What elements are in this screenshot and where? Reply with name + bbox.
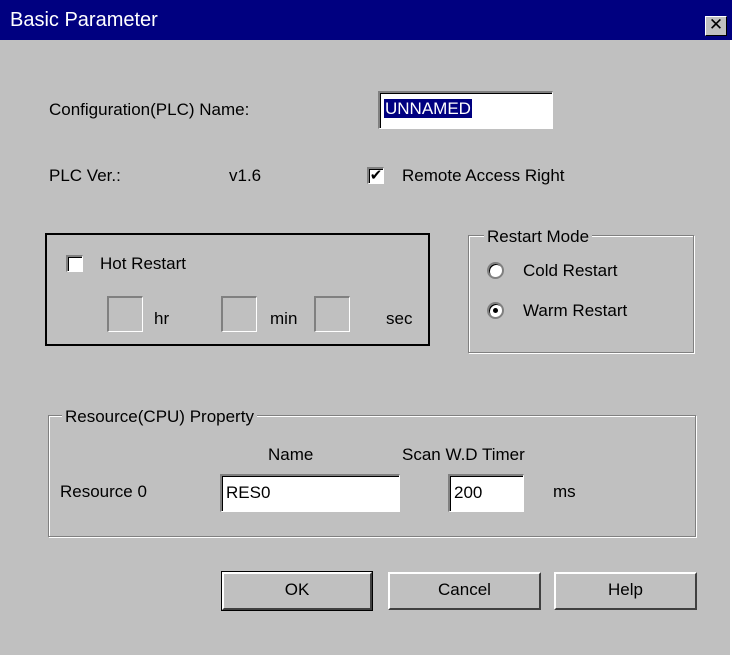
remote-access-checkbox[interactable]: ✔ — [367, 167, 384, 184]
cancel-button[interactable]: Cancel — [388, 572, 541, 610]
config-name-label: Configuration(PLC) Name: — [49, 100, 250, 119]
cold-restart-radio[interactable] — [487, 262, 504, 279]
remote-access-label[interactable]: Remote Access Right — [402, 166, 565, 186]
plc-version-label: PLC Ver.: — [49, 166, 121, 185]
basic-parameter-dialog: Basic Parameter ✕ Configuration(PLC) Nam… — [0, 0, 732, 655]
restart-mode-group — [468, 235, 694, 353]
restart-mode-legend: Restart Mode — [484, 227, 593, 247]
config-name-value: UNNAMED — [384, 99, 472, 118]
scan-wd-timer-value: 200 — [454, 483, 483, 502]
hr-input[interactable] — [107, 296, 143, 332]
title-bar[interactable]: Basic Parameter ✕ — [0, 0, 732, 40]
hot-restart-checkbox[interactable] — [66, 255, 83, 272]
warm-restart-radio[interactable] — [487, 302, 504, 319]
timer-unit-label: ms — [553, 482, 576, 501]
min-label: min — [270, 309, 298, 328]
plc-version-value: v1.6 — [229, 166, 262, 185]
min-input[interactable] — [221, 296, 257, 332]
config-name-input[interactable]: UNNAMED — [378, 91, 553, 129]
scan-wd-timer-input[interactable]: 200 — [448, 474, 524, 512]
checkmark-icon: ✔ — [369, 166, 383, 184]
window-title: Basic Parameter — [10, 9, 158, 31]
cold-restart-label[interactable]: Cold Restart — [523, 261, 617, 281]
scan-wd-timer-header: Scan W.D Timer — [402, 445, 525, 464]
resource-property-legend: Resource(CPU) Property — [62, 407, 257, 427]
resource-name-value: RES0 — [226, 483, 271, 502]
warm-restart-label[interactable]: Warm Restart — [523, 301, 627, 321]
ok-button[interactable]: OK — [221, 571, 373, 611]
resource-0-label: Resource 0 — [60, 482, 147, 501]
hot-restart-label[interactable]: Hot Restart — [100, 254, 186, 274]
resource-name-header: Name — [268, 445, 314, 464]
sec-input[interactable] — [314, 296, 350, 332]
hr-label: hr — [154, 309, 170, 328]
resource-name-input[interactable]: RES0 — [220, 474, 400, 512]
radio-selected-dot — [493, 308, 498, 313]
close-icon: ✕ — [708, 15, 724, 35]
close-button[interactable]: ✕ — [705, 16, 727, 36]
sec-label: sec — [386, 309, 413, 328]
help-button[interactable]: Help — [554, 572, 697, 610]
